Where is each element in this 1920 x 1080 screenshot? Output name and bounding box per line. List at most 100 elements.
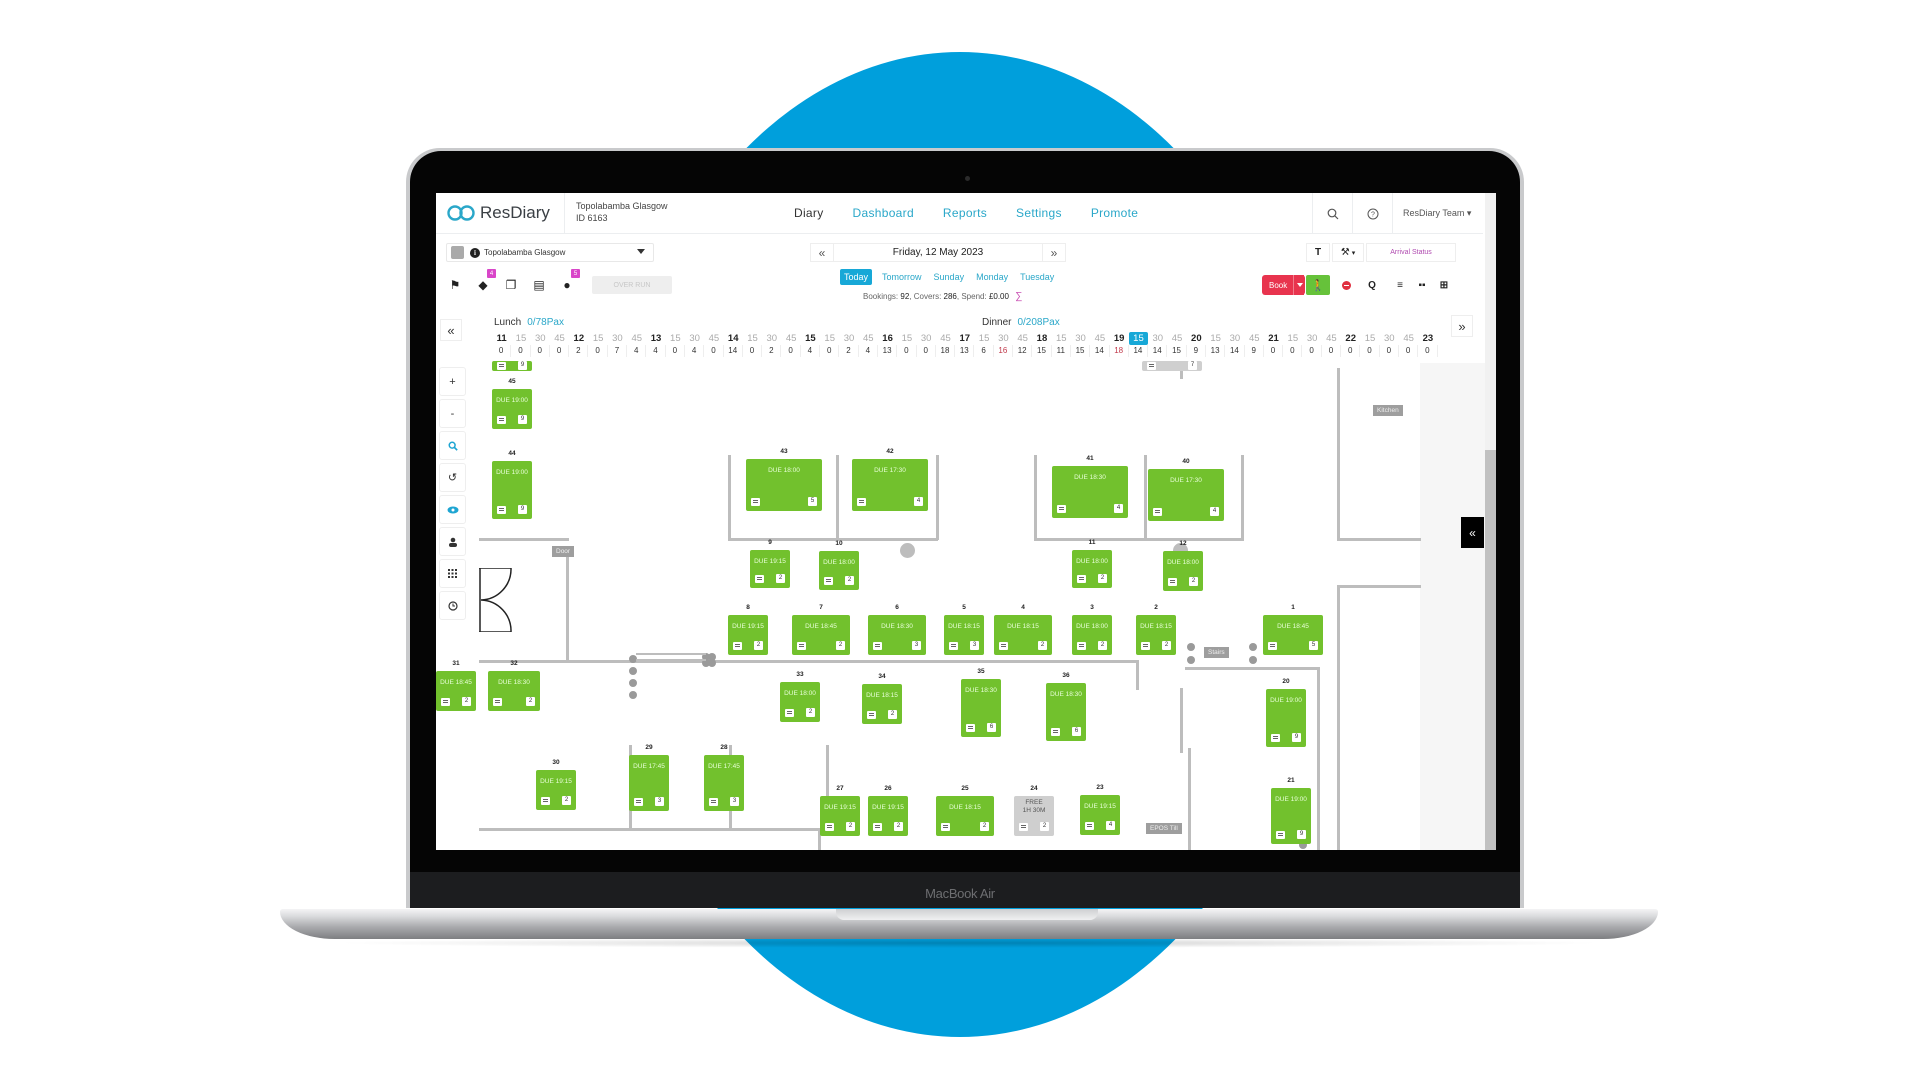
timeline-slot[interactable]: 45 0 bbox=[1399, 332, 1419, 357]
list-view-button[interactable]: ≡ bbox=[1388, 275, 1412, 295]
timeline-slot[interactable]: 45 18 bbox=[936, 332, 956, 357]
timeline-slot[interactable]: 45 0 bbox=[704, 332, 724, 357]
timeline-slot[interactable]: 30 7 bbox=[608, 332, 628, 357]
floor-table[interactable]: 21 DUE 19:00 9 bbox=[1271, 777, 1311, 844]
timeline-slot[interactable]: 30 14 bbox=[1225, 332, 1245, 357]
timeline-slot[interactable]: 45 0 bbox=[1322, 332, 1342, 357]
timeline-slot[interactable]: 45 0 bbox=[550, 332, 570, 357]
timeline-slot[interactable]: 30 4 bbox=[685, 332, 705, 357]
flag-icon[interactable]: ⚑ bbox=[448, 278, 462, 292]
floor-table[interactable]: 31 DUE 18:45 2 bbox=[436, 660, 476, 711]
brand-logo[interactable]: ResDiary bbox=[446, 203, 550, 223]
timeline-slot[interactable]: 16 13 bbox=[878, 332, 898, 357]
timeline-slot[interactable]: 45 0 bbox=[781, 332, 801, 357]
floor-table[interactable]: 9 bbox=[492, 361, 532, 371]
floor-table[interactable]: 9 DUE 19:15 2 bbox=[750, 539, 790, 588]
venue-select[interactable]: i Topolabamba Glasgow bbox=[446, 243, 654, 262]
scrollbar-thumb[interactable] bbox=[1485, 450, 1496, 850]
walk-in-button[interactable]: 🚶 bbox=[1306, 275, 1330, 295]
timeline-slot[interactable]: 45 15 bbox=[1167, 332, 1187, 357]
timeline-slot[interactable]: 15 0 bbox=[666, 332, 685, 357]
arrival-status-button[interactable]: Arrival Status bbox=[1366, 243, 1456, 262]
floor-table[interactable]: 26 DUE 19:15 2 bbox=[868, 785, 908, 836]
timeline-slot[interactable]: 15 0 bbox=[897, 332, 917, 357]
grid-button[interactable] bbox=[439, 559, 466, 588]
tab-tomorrow[interactable]: Tomorrow bbox=[882, 272, 922, 282]
view-button[interactable] bbox=[439, 495, 466, 524]
user-icon[interactable]: ● 5 bbox=[560, 269, 580, 292]
nav-settings[interactable]: Settings bbox=[1016, 206, 1062, 220]
floor-table[interactable]: 33 DUE 18:00 2 bbox=[780, 671, 820, 722]
timeline-slot[interactable]: 45 4 bbox=[859, 332, 878, 357]
floor-table[interactable]: 1 DUE 18:45 5 bbox=[1263, 604, 1323, 655]
search-button[interactable] bbox=[1312, 193, 1352, 234]
floor-table[interactable]: 42 DUE 17:30 4 bbox=[852, 448, 928, 511]
nav-promote[interactable]: Promote bbox=[1091, 206, 1138, 220]
undo-button[interactable]: ↺ bbox=[439, 463, 466, 492]
floor-table[interactable]: 2 DUE 18:15 2 bbox=[1136, 604, 1176, 655]
floor-table[interactable]: 34 DUE 18:15 2 bbox=[862, 673, 902, 724]
floor-table[interactable]: 12 DUE 18:00 2 bbox=[1163, 540, 1203, 591]
text-tool-button[interactable]: T bbox=[1306, 243, 1330, 262]
floor-table[interactable]: 43 DUE 18:00 5 bbox=[746, 448, 822, 511]
timeline-slot[interactable]: 30 0 bbox=[917, 332, 936, 357]
tag-icon[interactable]: ◆ 4 bbox=[476, 269, 496, 292]
floor-table[interactable]: 36 DUE 18:30 6 bbox=[1046, 672, 1086, 741]
timeline-slot[interactable]: 45 4 bbox=[627, 332, 647, 357]
timeline-slot[interactable]: 23 0 bbox=[1418, 332, 1438, 357]
block-button[interactable] bbox=[1334, 275, 1358, 295]
timeline-slot[interactable]: 15 13 bbox=[1206, 332, 1226, 357]
floor-table[interactable]: 27 DUE 19:15 2 bbox=[820, 785, 860, 836]
timeline-next-button[interactable]: » bbox=[1451, 315, 1473, 337]
person-button[interactable] bbox=[439, 527, 466, 556]
user-menu[interactable]: ResDiary Team ▾ bbox=[1392, 193, 1482, 234]
nav-diary[interactable]: Diary bbox=[794, 206, 824, 220]
floor-table[interactable]: 4 DUE 18:15 2 bbox=[994, 604, 1052, 655]
timeline-slot[interactable]: 15 6 bbox=[974, 332, 994, 357]
floor-table[interactable]: 11 DUE 18:00 2 bbox=[1072, 539, 1112, 588]
timeline-slot[interactable]: 30 2 bbox=[839, 332, 859, 357]
timeline-slot[interactable]: 15 11 bbox=[1052, 332, 1071, 357]
floor-table[interactable]: 3 DUE 18:00 2 bbox=[1072, 604, 1112, 655]
timeline-slot[interactable]: 30 16 bbox=[994, 332, 1014, 357]
floor-table[interactable]: 28 DUE 17:45 3 bbox=[704, 744, 744, 811]
tab-tuesday[interactable]: Tuesday bbox=[1020, 272, 1054, 282]
help-button[interactable]: ? bbox=[1352, 193, 1392, 234]
floor-table[interactable]: 7 bbox=[1142, 361, 1202, 371]
search-button[interactable] bbox=[439, 431, 466, 460]
timeline-slot[interactable]: 18 15 bbox=[1032, 332, 1052, 357]
floor-table[interactable]: 29 DUE 17:45 3 bbox=[629, 744, 669, 811]
floor-table[interactable]: 5 DUE 18:15 3 bbox=[944, 604, 984, 655]
timeline-slot[interactable]: 11 0 bbox=[492, 332, 512, 357]
timeline-slot[interactable]: 45 14 bbox=[1090, 332, 1110, 357]
timeline-slot[interactable]: 30 2 bbox=[762, 332, 782, 357]
floor-table[interactable]: 35 DUE 18:30 6 bbox=[961, 668, 1001, 737]
list-icon[interactable]: ▤ bbox=[532, 278, 546, 292]
timeline-slot[interactable]: 45 9 bbox=[1245, 332, 1264, 357]
zoom-in-button[interactable]: + bbox=[439, 367, 466, 396]
floor-table[interactable]: 10 DUE 18:00 2 bbox=[819, 540, 859, 590]
timeline-slot[interactable]: 15 0 bbox=[1283, 332, 1303, 357]
floor-table[interactable]: 23 DUE 19:15 4 bbox=[1080, 784, 1120, 835]
timeline-slot[interactable]: 15 4 bbox=[801, 332, 821, 357]
timeline-slot[interactable]: 30 14 bbox=[1148, 332, 1168, 357]
date-picker[interactable]: Friday, 12 May 2023 bbox=[834, 243, 1042, 262]
timeline-slot[interactable]: 30 0 bbox=[1302, 332, 1322, 357]
timeline-slot[interactable]: 15 0 bbox=[588, 332, 608, 357]
timeline-slot[interactable]: 15 0 bbox=[820, 332, 840, 357]
timeline-slot[interactable]: 15 14 bbox=[1128, 332, 1149, 357]
queue-button[interactable]: Q bbox=[1360, 275, 1384, 295]
timeline-slot[interactable]: 15 0 bbox=[511, 332, 531, 357]
timeline-slot[interactable]: 21 0 bbox=[1264, 332, 1284, 357]
sigma-icon[interactable]: ∑ bbox=[1015, 291, 1022, 302]
tab-today[interactable]: Today bbox=[840, 269, 873, 285]
clock-button[interactable] bbox=[439, 591, 466, 620]
next-day-button[interactable]: » bbox=[1042, 243, 1066, 262]
floor-table[interactable]: 30 DUE 19:15 2 bbox=[536, 759, 576, 810]
nav-dashboard[interactable]: Dashboard bbox=[853, 206, 914, 220]
timeline-slot[interactable]: 15 0 bbox=[1360, 332, 1380, 357]
floor-table[interactable]: 8 DUE 19:15 2 bbox=[728, 604, 768, 655]
timeline-slot[interactable]: 30 15 bbox=[1071, 332, 1091, 357]
timeline-slot[interactable]: 13 4 bbox=[646, 332, 666, 357]
over-run-button[interactable]: OVER RUN bbox=[592, 276, 672, 294]
